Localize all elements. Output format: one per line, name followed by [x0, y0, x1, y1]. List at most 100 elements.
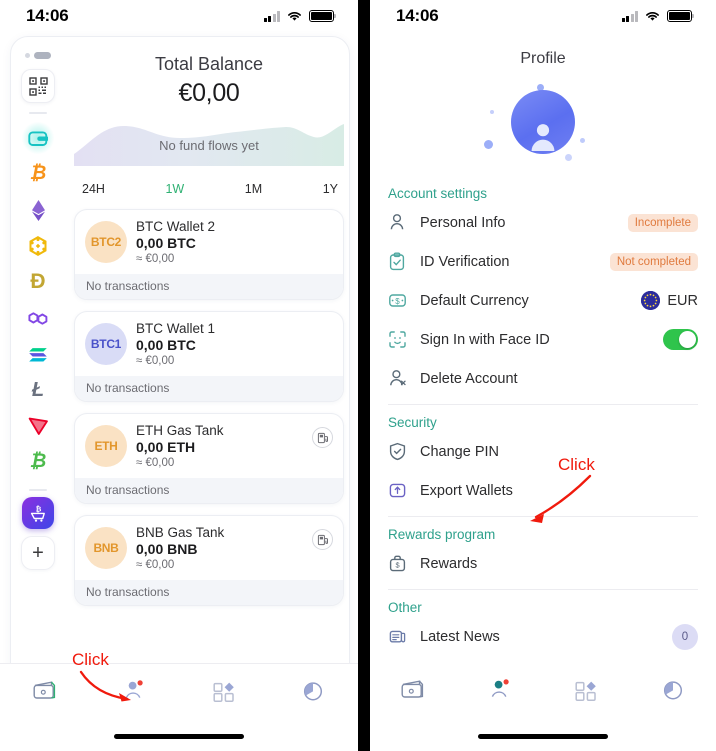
currency-icon: $: [388, 291, 414, 310]
row-export-wallets[interactable]: Export Wallets: [388, 471, 698, 510]
wallet-avatar: ETH: [85, 425, 127, 467]
sidebar-item-wallet[interactable]: [370, 678, 457, 702]
gas-tank-button[interactable]: [312, 529, 333, 550]
rail-item-dogecoin[interactable]: Đ: [19, 264, 57, 300]
row-label: Latest News: [420, 628, 500, 645]
rail-item-polygon[interactable]: [19, 300, 57, 336]
wallet-ticker: ETH: [94, 439, 118, 453]
rail-item-ethereum[interactable]: [19, 192, 57, 228]
status-badge: Incomplete: [627, 213, 698, 232]
gas-tank-button[interactable]: [312, 427, 333, 448]
rail-item-bnb[interactable]: [19, 228, 57, 264]
ethereum-icon: [31, 199, 45, 221]
rail-handle: [25, 52, 51, 59]
rail-item-tron[interactable]: [19, 408, 57, 444]
row-id-verification[interactable]: ID Verification Not completed: [388, 242, 698, 281]
sidebar-item-portfolio[interactable]: [269, 679, 359, 703]
wallet-ticker: BTC1: [90, 337, 122, 351]
row-default-currency[interactable]: $ Default Currency EUR: [388, 281, 698, 320]
qr-code-button[interactable]: [21, 69, 55, 103]
status-indicators: [263, 10, 337, 22]
wallet-icon: [401, 680, 424, 698]
signal-bars-icon: [263, 10, 280, 22]
wallet-card-body: BTC2 BTC Wallet 2 0,00 BTC ≈ €0,00: [75, 210, 343, 274]
row-rewards[interactable]: $ Rewards: [388, 544, 698, 583]
wallet-fiat: ≈ €0,00: [136, 253, 175, 265]
battery-full-icon: [667, 10, 695, 22]
rail-item-bitcoin[interactable]: ₿: [19, 156, 57, 192]
row-personal-info[interactable]: Personal Info Incomplete: [388, 203, 698, 242]
bitcoin-cash-icon: ₿: [29, 451, 47, 472]
rail-item-wallet[interactable]: [19, 120, 57, 156]
wallet-text: BTC Wallet 2 0,00 BTC ≈ €0,00: [136, 219, 215, 265]
shop-button[interactable]: ₿: [22, 497, 54, 529]
wallet-name: ETH Gas Tank: [136, 423, 224, 438]
wifi-icon: [646, 11, 659, 21]
pie-chart-icon: [663, 681, 682, 700]
person-delete-icon: [388, 369, 414, 388]
range-24h[interactable]: 24H: [82, 182, 105, 196]
wallet-card-list: BTC2 BTC Wallet 2 0,00 BTC ≈ €0,00 No tr…: [74, 209, 344, 606]
section-divider: [388, 589, 698, 590]
total-balance-amount: €0,00: [178, 79, 240, 107]
wallet-chain-icon: [28, 130, 48, 146]
rail-divider-2: [29, 489, 47, 491]
wallet-text: BTC Wallet 1 0,00 BTC ≈ €0,00: [136, 321, 215, 367]
wallet-ticker: BNB: [93, 541, 119, 555]
row-label: ID Verification: [420, 253, 510, 270]
wallet-card[interactable]: BTC2 BTC Wallet 2 0,00 BTC ≈ €0,00 No tr…: [74, 209, 344, 300]
section-other: Other Latest News 0: [388, 600, 698, 656]
section-title: Other: [388, 600, 422, 615]
wallet-avatar: BTC1: [85, 323, 127, 365]
wallet-icon: [33, 681, 55, 699]
status-time: 14:06: [396, 6, 439, 25]
wallet-card[interactable]: BTC1 BTC Wallet 1 0,00 BTC ≈ €0,00 No tr…: [74, 311, 344, 402]
status-indicators: [621, 10, 695, 22]
row-delete-account[interactable]: Delete Account: [388, 359, 698, 398]
wallet-fiat: ≈ €0,00: [136, 457, 175, 469]
news-count-badge: 0: [672, 623, 698, 650]
sidebar-item-apps[interactable]: [543, 678, 630, 702]
row-change-pin[interactable]: Change PIN: [388, 432, 698, 471]
wallet-amount: 0,00 BNB: [136, 541, 198, 557]
row-face-id[interactable]: Sign In with Face ID: [388, 320, 698, 359]
wallet-content: Total Balance €0,00 No fund flows yet 24…: [66, 36, 350, 664]
rail-divider: [29, 112, 47, 114]
rail-item-bitcoin-cash[interactable]: ₿: [19, 444, 57, 480]
shield-check-icon: [388, 442, 414, 461]
range-1y[interactable]: 1Y: [323, 182, 338, 196]
rail-item-litecoin[interactable]: Ł: [19, 372, 57, 408]
gas-pump-icon: [317, 534, 328, 545]
qr-code-icon: [28, 76, 48, 96]
wallet-card[interactable]: BNB BNB Gas Tank 0,00 BNB ≈ €0,00 No tra…: [74, 515, 344, 606]
profile-face-icon: [125, 680, 143, 698]
status-badge: Not completed: [609, 252, 698, 271]
rail-item-solana[interactable]: [19, 336, 57, 372]
eu-flag-icon: [641, 291, 661, 310]
sidebar-item-portfolio[interactable]: [630, 678, 716, 702]
profile-face-icon: [491, 679, 509, 697]
news-icon: [388, 627, 414, 646]
battery-full-icon: [309, 10, 337, 22]
sidebar-item-profile[interactable]: [457, 678, 544, 702]
wallet-amount: 0,00 BTC: [136, 235, 196, 251]
home-indicator: [478, 734, 608, 739]
range-1w[interactable]: 1W: [165, 182, 184, 196]
range-1m[interactable]: 1M: [245, 182, 262, 196]
wallet-card[interactable]: ETH ETH Gas Tank 0,00 ETH ≈ €0,00 No tra…: [74, 413, 344, 504]
add-wallet-button[interactable]: +: [21, 536, 55, 570]
status-bar-right: 14:06: [370, 0, 716, 32]
wallet-name: BNB Gas Tank: [136, 525, 225, 540]
face-id-toggle[interactable]: [663, 329, 698, 350]
svg-text:$: $: [395, 561, 399, 570]
row-label: Default Currency: [420, 292, 529, 309]
gas-pump-icon: [317, 432, 328, 443]
sidebar-item-profile[interactable]: [90, 679, 180, 703]
dogecoin-icon: Đ: [30, 270, 46, 293]
sidebar-item-wallet[interactable]: [0, 679, 90, 703]
sidebar-item-apps[interactable]: [179, 679, 269, 703]
wifi-icon: [288, 11, 301, 21]
row-latest-news[interactable]: Latest News 0: [388, 617, 698, 656]
avatar[interactable]: [511, 90, 575, 154]
row-label: Rewards: [420, 555, 478, 572]
